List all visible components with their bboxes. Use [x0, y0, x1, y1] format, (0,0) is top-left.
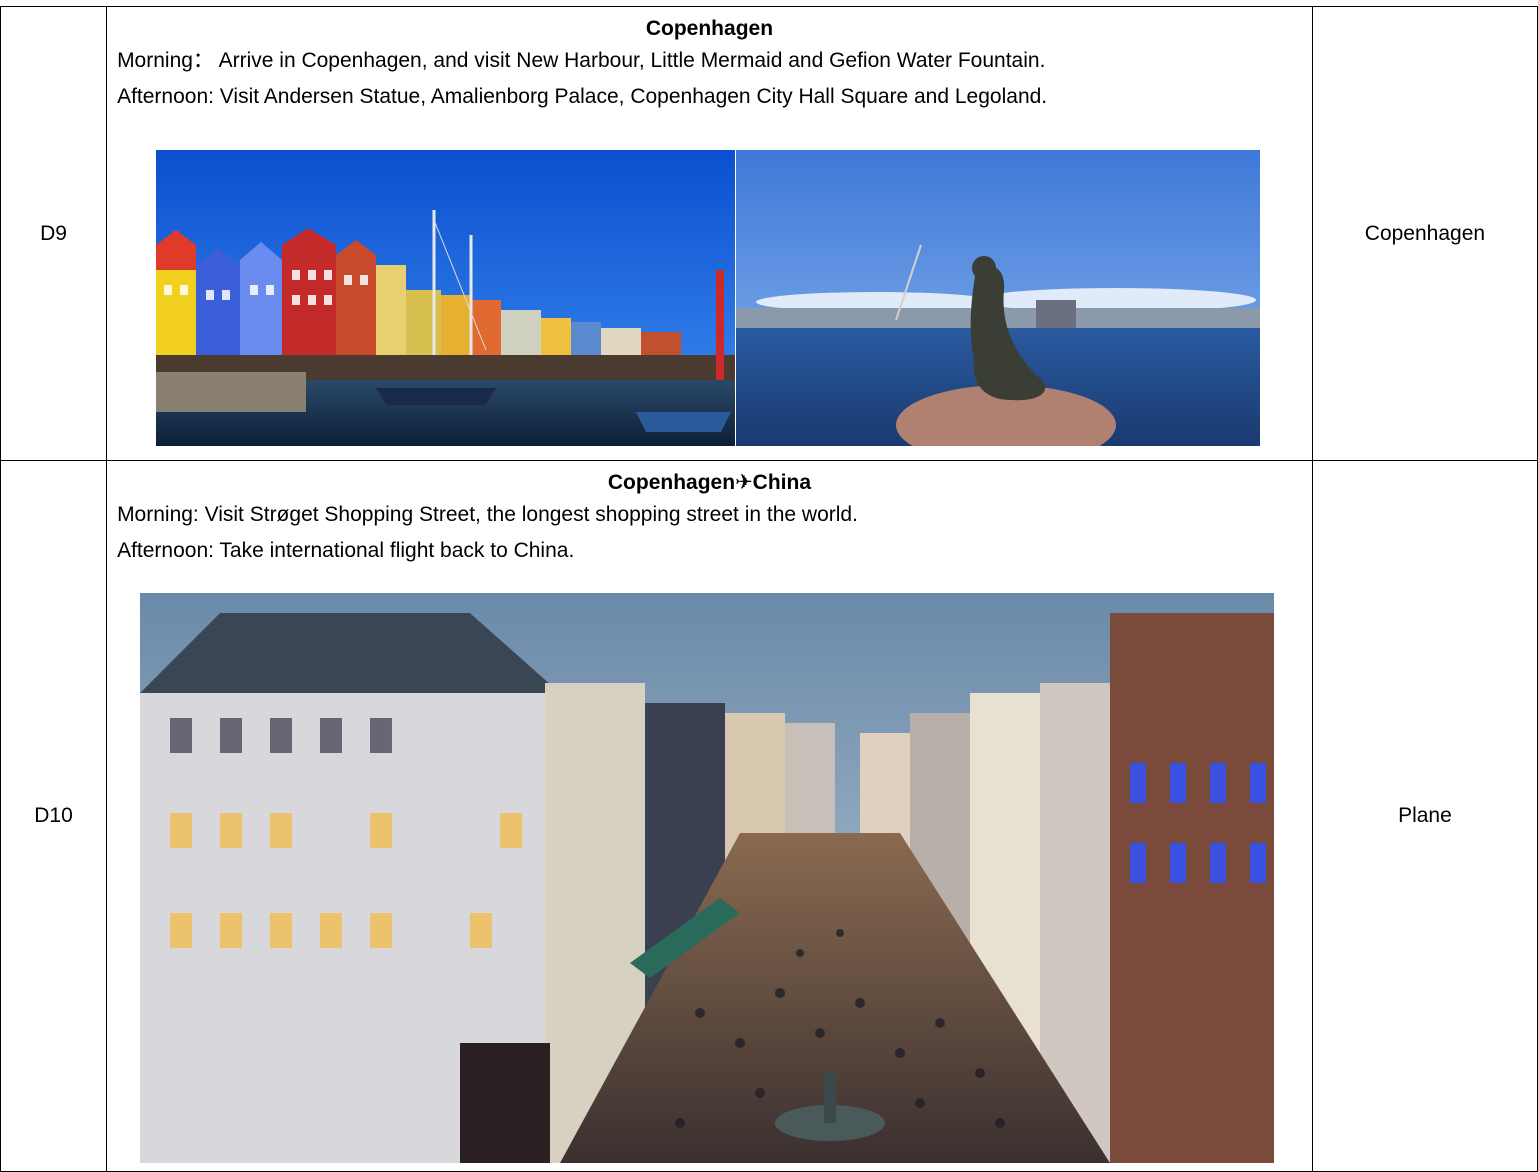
- itinerary-row-d9: D9 Copenhagen Morning： Arrive in Copenha…: [0, 6, 1538, 461]
- accommodation-label: Plane: [1311, 460, 1538, 1172]
- title-origin: Copenhagen: [607, 471, 736, 494]
- day-label: D10: [0, 460, 108, 1172]
- day-label: D9: [0, 6, 108, 461]
- day-description: Copenhagen✈China Morning: Visit Strøget …: [106, 460, 1313, 1172]
- accommodation-label: Copenhagen: [1311, 6, 1538, 461]
- day-title: Copenhagen✈China: [107, 469, 1312, 497]
- day-description: Copenhagen Morning： Arrive in Copenhagen…: [106, 6, 1313, 461]
- stroget-photo: [140, 593, 1275, 1163]
- day-title: Copenhagen: [645, 17, 774, 40]
- little-mermaid-photo: [736, 150, 1261, 446]
- itinerary-row-d10: D10 Copenhagen✈China Morning: Visit Strø…: [0, 460, 1538, 1172]
- airplane-icon: ✈: [735, 471, 753, 494]
- photo-row: [156, 150, 1261, 446]
- morning-text: Morning: Visit Strøget Shopping Street, …: [117, 503, 858, 526]
- nyhavn-photo: [156, 150, 736, 446]
- afternoon-text: Afternoon: Visit Andersen Statue, Amalie…: [117, 85, 1048, 108]
- photo-row: [140, 593, 1275, 1163]
- itinerary-table: D9 Copenhagen Morning： Arrive in Copenha…: [0, 6, 1538, 1172]
- title-destination: China: [752, 471, 812, 494]
- morning-text: Morning： Arrive in Copenhagen, and visit…: [117, 49, 1046, 72]
- afternoon-text: Afternoon: Take international flight bac…: [117, 539, 575, 562]
